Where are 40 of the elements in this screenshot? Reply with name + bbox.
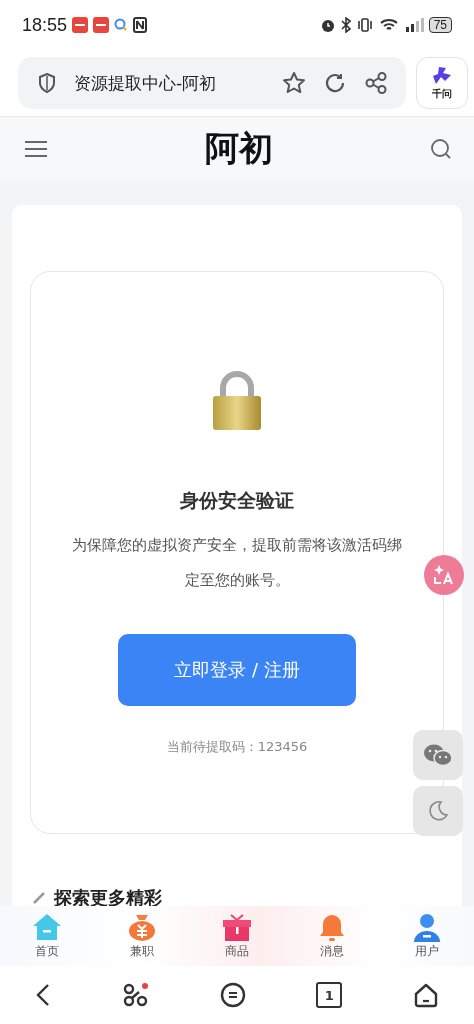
signal-icon [403, 17, 424, 33]
vibrate-icon [355, 17, 374, 33]
page-title: 资源提取中心-阿初 [74, 71, 218, 95]
wifi-icon [378, 17, 399, 33]
apps-icon[interactable] [121, 981, 150, 1009]
app-notification-icon [72, 17, 89, 33]
search-notification-icon [114, 18, 129, 32]
search-icon[interactable] [430, 138, 452, 160]
pending-code: 当前待提取码：123456 [166, 738, 308, 756]
star-icon[interactable] [282, 71, 306, 95]
site-title: 阿初 [205, 127, 273, 170]
tabs-count-button[interactable]: 1 [316, 982, 343, 1008]
back-icon[interactable] [35, 983, 52, 1007]
tab-bar-item[interactable]: 消息 [309, 906, 354, 966]
card-title: 身份安全验证 [180, 488, 294, 513]
clock-time: 18:55 [22, 14, 68, 36]
battery-level: 75 [428, 17, 452, 33]
card-description: 为保障您的虚拟资产安全，提取前需将该激活码绑定至您的账号。 [71, 535, 403, 591]
home-icon[interactable] [412, 982, 439, 1008]
nfc-icon [133, 17, 148, 33]
login-register-button[interactable]: 立即登录 / 注册 [118, 634, 356, 706]
dark-mode-button[interactable] [413, 786, 463, 836]
alarm-icon [319, 17, 336, 33]
gift-icon [221, 912, 253, 942]
translate-icon [433, 564, 455, 586]
chat-bubbles-icon [423, 743, 453, 767]
assistant-button[interactable]: 千问 [416, 57, 468, 109]
address-bar[interactable]: 资源提取中心-阿初 [18, 57, 406, 109]
bluetooth-icon [340, 17, 351, 33]
app-notification-icon [93, 17, 110, 33]
menu-circle-icon[interactable] [219, 982, 246, 1008]
shield-icon [38, 73, 56, 93]
tab-bar-item[interactable]: 商品 [215, 906, 259, 966]
menu-icon[interactable] [24, 139, 48, 159]
moon-icon [427, 800, 449, 822]
padlock-icon [211, 370, 263, 432]
reload-icon[interactable] [324, 72, 346, 94]
share-icon[interactable] [364, 71, 388, 95]
tab-bar-item[interactable]: 用户 [404, 906, 449, 966]
chat-button[interactable] [413, 730, 463, 780]
